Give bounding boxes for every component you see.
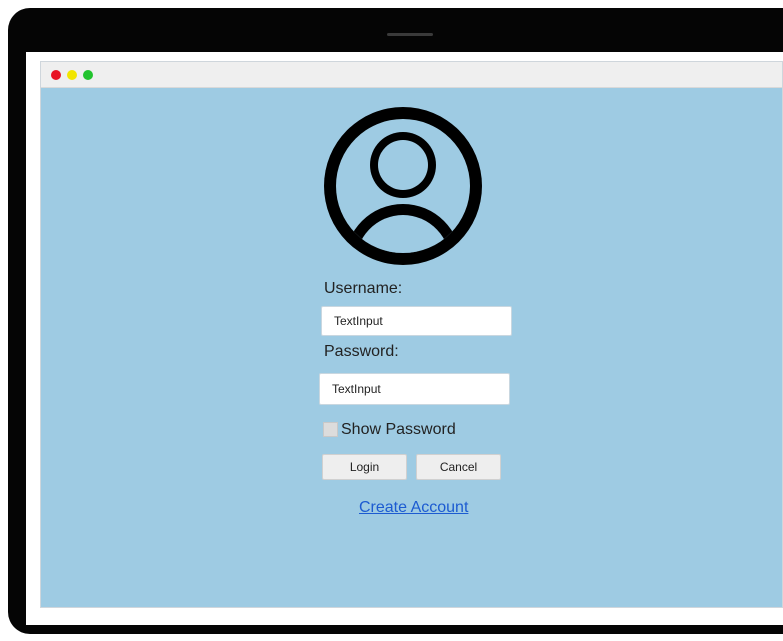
device-speaker	[387, 33, 433, 36]
maximize-window-button[interactable]	[83, 70, 93, 80]
create-account-link[interactable]: Create Account	[359, 499, 468, 517]
username-field[interactable]	[321, 306, 512, 336]
password-label: Password:	[324, 343, 399, 360]
user-avatar-icon	[324, 107, 482, 265]
username-label: Username:	[324, 280, 403, 297]
minimize-window-button[interactable]	[67, 70, 77, 80]
close-window-button[interactable]	[51, 70, 61, 80]
show-password-label: Show Password	[341, 421, 456, 438]
app-window: Username: Password: Show Password Login …	[40, 61, 783, 608]
cancel-button[interactable]: Cancel	[416, 454, 501, 480]
window-titlebar	[41, 62, 782, 88]
password-field[interactable]	[319, 373, 510, 405]
login-panel: Username: Password: Show Password Login …	[41, 88, 782, 607]
login-button[interactable]: Login	[322, 454, 407, 480]
show-password-checkbox[interactable]	[323, 422, 338, 437]
